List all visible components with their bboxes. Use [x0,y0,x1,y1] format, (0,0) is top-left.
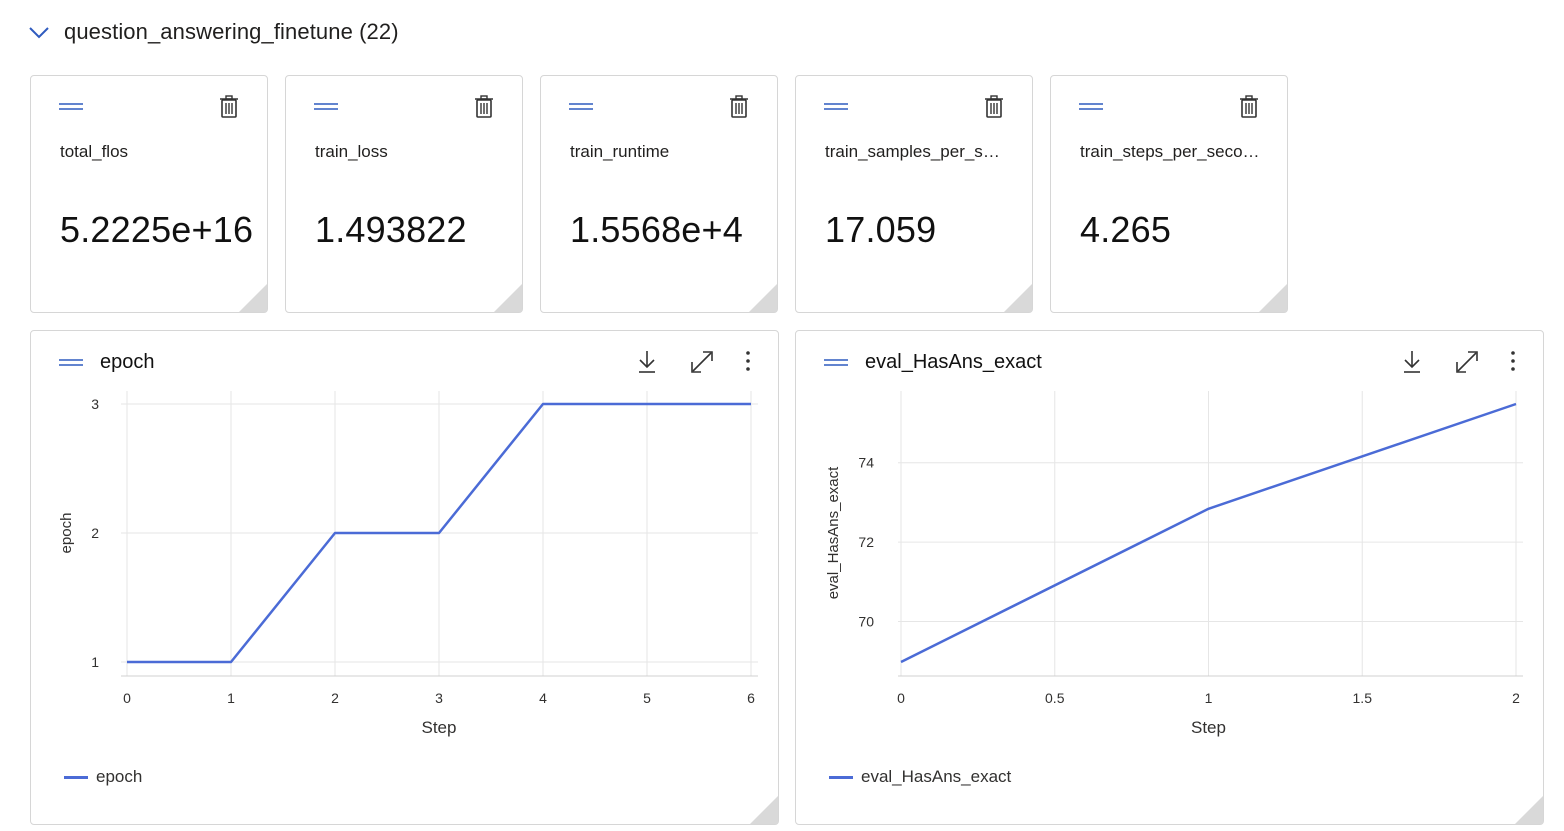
y-tick-label: 74 [858,455,874,471]
legend-swatch [829,775,853,779]
resize-handle[interactable] [1004,284,1032,312]
metric-value: 17.059 [825,209,937,250]
line-chart-eval-hasans-exact: 0 0.5 1 1.5 2 70 72 74 Step eval_HasAns_exact [825,391,1523,737]
trash-icon[interactable] [1238,94,1260,125]
x-tick-label: 3 [435,690,443,706]
section-collapse-toggle[interactable]: question_answering_finetune (22) [28,16,399,48]
metric-tile: train_loss 1.493822 [285,75,523,313]
trash-icon[interactable] [983,94,1005,125]
x-tick-label: 0 [897,690,905,706]
x-axis-label: Step [422,718,457,737]
drag-handle-icon[interactable] [569,102,593,112]
section-title: question_answering_finetune (22) [64,19,399,44]
resize-handle[interactable] [750,796,778,824]
x-tick-label: 1.5 [1353,690,1373,706]
drag-handle-icon[interactable] [59,102,83,112]
y-tick-label: 1 [91,654,99,670]
metric-label: train_runtime [570,142,670,161]
legend[interactable]: epoch [64,767,142,787]
chart-card-epoch: epoch 0 1 2 3 4 5 6 1 2 3 Step epoch epoch [30,330,779,825]
chart-card-eval-hasans-exact: eval_HasAns_exact 0 0.5 1 1.5 2 70 72 74 Step eva… [795,330,1544,825]
line-chart-epoch: 0 1 2 3 4 5 6 1 2 3 Step epoch [58,391,758,737]
metric-label: train_loss [315,142,388,161]
legend[interactable]: eval_HasAns_exact [829,767,1011,787]
x-axis-label: Step [1191,718,1226,737]
drag-handle-icon[interactable] [1079,102,1103,112]
metric-value: 5.2225e+16 [60,209,254,250]
metric-tile: train_steps_per_second 4.265 [1050,75,1288,313]
trash-icon[interactable] [473,94,495,125]
x-tick-label: 2 [1512,690,1520,706]
x-tick-label: 0 [123,690,131,706]
metric-label: total_flos [60,142,129,161]
metric-tile: total_flos 5.2225e+16 [30,75,268,313]
metric-value: 4.265 [1080,209,1172,250]
metric-tile: train_runtime 1.5568e+4 [540,75,778,313]
y-tick-label: 3 [91,396,99,412]
metric-label: train_steps_per_second [1080,142,1260,161]
x-tick-label: 5 [643,690,651,706]
legend-label: eval_HasAns_exact [861,767,1012,786]
metric-value: 1.493822 [315,209,467,250]
x-tick-label: 0.5 [1045,690,1065,706]
metric-label: train_samples_per_sec... [825,142,1005,161]
metric-tile: train_samples_per_sec... 17.059 [795,75,1033,313]
drag-handle-icon[interactable] [314,102,338,112]
metric-value: 1.5568e+4 [570,209,743,250]
x-tick-label: 2 [331,690,339,706]
y-tick-label: 70 [858,614,874,630]
resize-handle[interactable] [494,284,522,312]
y-tick-label: 2 [91,525,99,541]
trash-icon[interactable] [218,94,240,125]
drag-handle-icon[interactable] [824,102,848,112]
legend-swatch [64,775,88,779]
resize-handle[interactable] [1515,796,1543,824]
x-tick-label: 6 [747,690,755,706]
x-tick-label: 1 [227,690,235,706]
trash-icon[interactable] [728,94,750,125]
resize-handle[interactable] [239,284,267,312]
chevron-down-icon[interactable] [28,24,50,40]
resize-handle[interactable] [749,284,777,312]
y-axis-label: epoch [58,513,75,554]
legend-label: epoch [96,767,143,786]
x-tick-label: 4 [539,690,547,706]
y-tick-label: 72 [858,534,874,550]
x-tick-label: 1 [1205,690,1213,706]
y-axis-label: eval_HasAns_exact [825,466,842,599]
resize-handle[interactable] [1259,284,1287,312]
